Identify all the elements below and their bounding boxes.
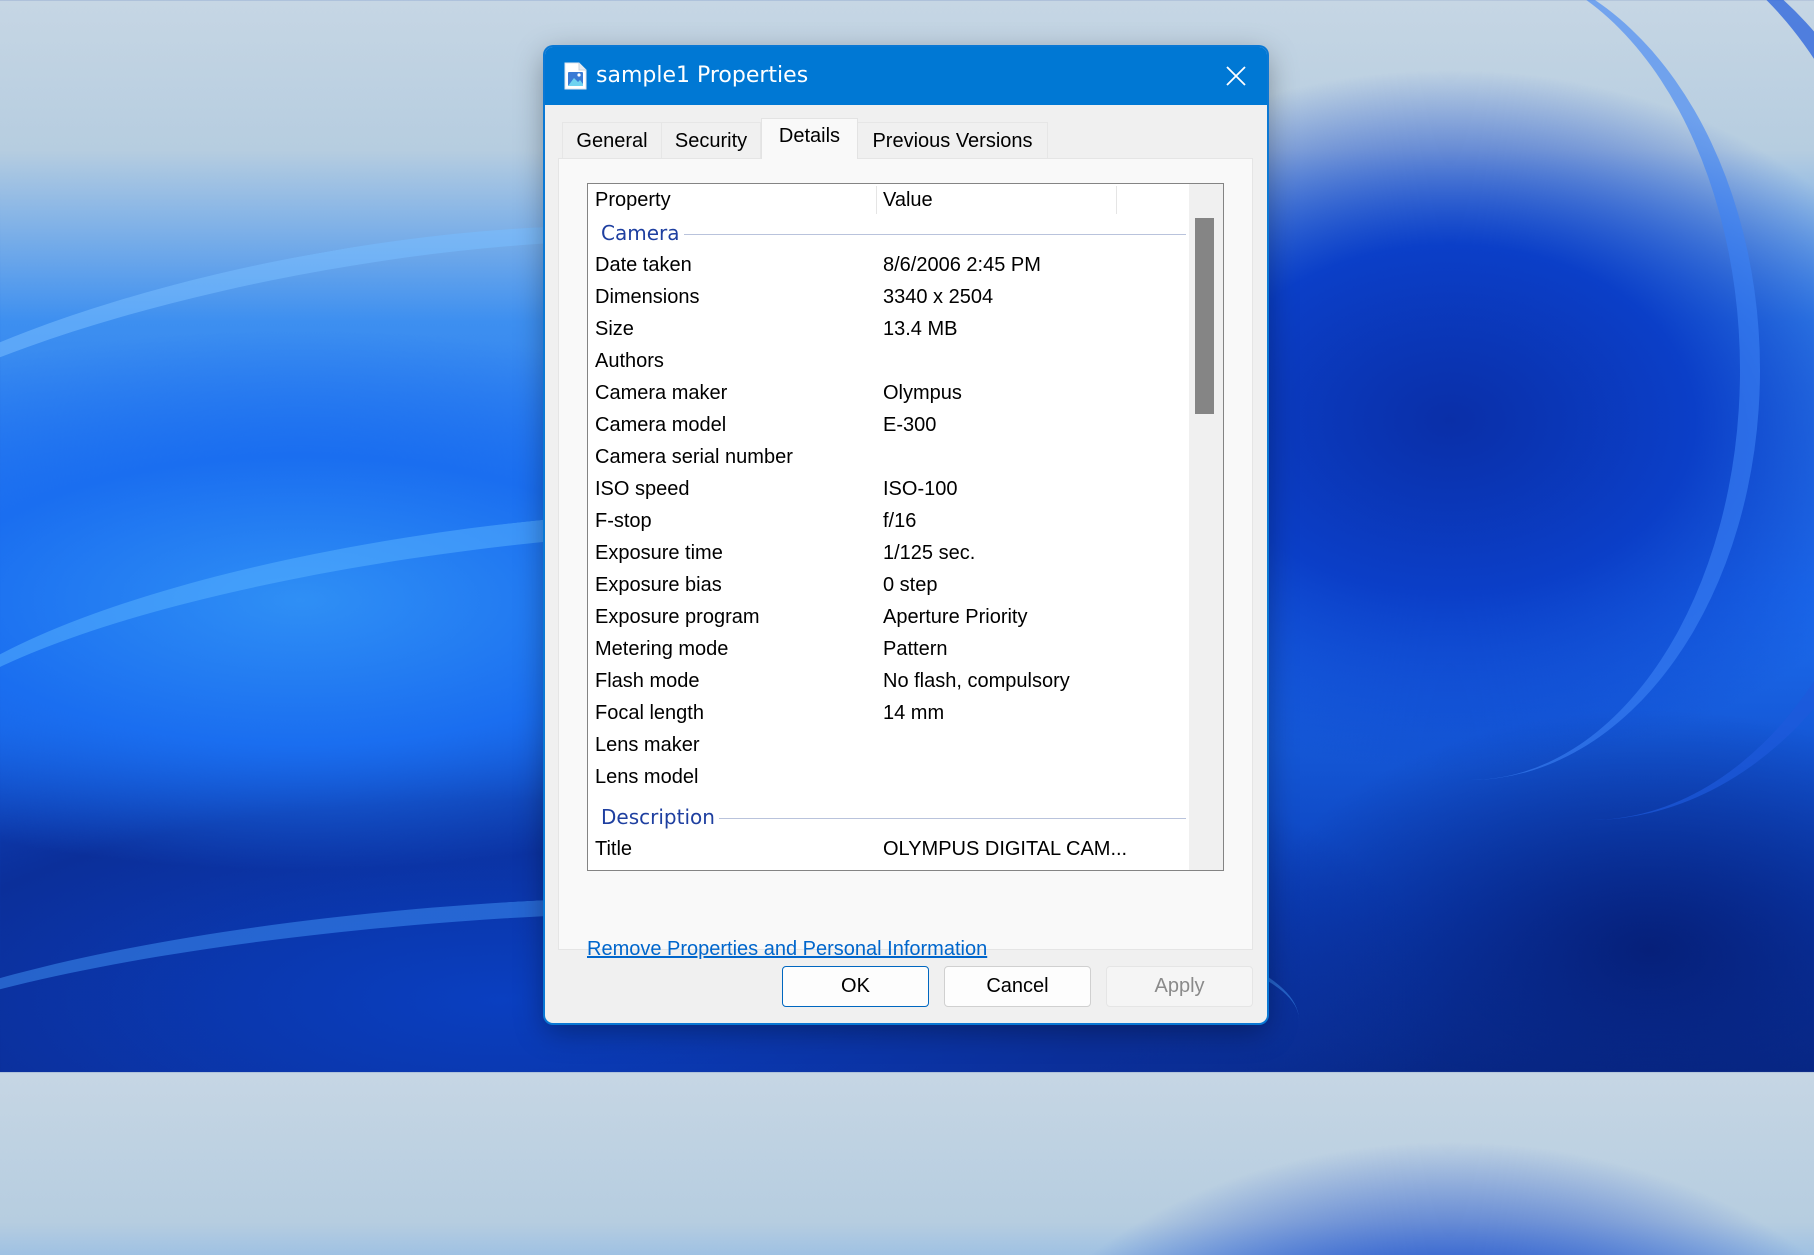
property-value: 3340 x 2504 xyxy=(883,286,994,308)
ok-button[interactable]: OK xyxy=(782,966,929,1007)
list-row[interactable]: Camera maker Olympus xyxy=(588,377,1186,409)
column-header-property[interactable]: Property xyxy=(588,184,876,217)
list-row[interactable]: F-stop f/16 xyxy=(588,505,1186,537)
property-name: Exposure program xyxy=(595,606,760,628)
list-row[interactable]: Lens maker xyxy=(588,729,1186,761)
property-value: E-300 xyxy=(883,414,937,436)
property-value: OLYMPUS DIGITAL CAM... xyxy=(883,838,1128,860)
close-icon xyxy=(1226,66,1246,86)
property-name: Size xyxy=(595,318,634,340)
group-divider-line xyxy=(601,234,1186,235)
list-row[interactable]: Authors xyxy=(588,345,1186,377)
property-name: Camera serial number xyxy=(595,446,793,468)
property-value: No flash, compulsory xyxy=(883,670,1070,692)
property-value: 14 mm xyxy=(883,702,945,724)
column-header-value[interactable]: Value xyxy=(876,184,1116,217)
list-row[interactable]: Camera model E-300 xyxy=(588,409,1186,441)
property-value: ISO-100 xyxy=(883,478,958,500)
list-row[interactable]: Date taken 8/6/2006 2:45 PM xyxy=(588,249,1186,281)
property-name: Lens model xyxy=(595,766,699,788)
property-value: Aperture Priority xyxy=(883,606,1028,628)
property-name: F-stop xyxy=(595,510,652,532)
list-row[interactable]: Focal length 14 mm xyxy=(588,697,1186,729)
list-row[interactable]: Exposure bias 0 step xyxy=(588,569,1186,601)
list-row[interactable]: Size 13.4 MB xyxy=(588,313,1186,345)
property-name: Camera model xyxy=(595,414,727,436)
property-name: Focal length xyxy=(595,702,704,724)
list-row[interactable]: Lens model xyxy=(588,761,1186,793)
property-name: Lens maker xyxy=(595,734,700,756)
list-row[interactable]: Title OLYMPUS DIGITAL CAM... xyxy=(588,833,1186,865)
property-name: ISO speed xyxy=(595,478,690,500)
tab-details[interactable]: Details xyxy=(761,118,858,159)
tab-general[interactable]: General xyxy=(562,122,662,158)
property-value: f/16 xyxy=(883,510,917,532)
property-name: Dimensions xyxy=(595,286,700,308)
list-row[interactable]: Flash mode No flash, compulsory xyxy=(588,665,1186,697)
wallpaper-swoosh xyxy=(1250,0,1814,820)
title-bar[interactable]: sample1 Properties xyxy=(545,47,1267,105)
cancel-button[interactable]: Cancel xyxy=(944,966,1091,1007)
property-value: 0 step xyxy=(883,574,938,596)
property-list[interactable]: Property Value Camera Date taken 8/6/2006… xyxy=(587,183,1224,871)
property-name: Metering mode xyxy=(595,638,729,660)
list-header: Property Value xyxy=(588,184,1188,217)
property-name: Flash mode xyxy=(595,670,700,692)
list-rows: Camera Date taken 8/6/2006 2:45 PM Dimens… xyxy=(588,217,1186,865)
window-title: sample1 Properties xyxy=(596,63,809,88)
property-name: Exposure time xyxy=(595,542,723,564)
list-row[interactable]: Exposure time 1/125 sec. xyxy=(588,537,1186,569)
apply-button[interactable]: Apply xyxy=(1106,966,1253,1007)
vertical-scrollbar[interactable] xyxy=(1189,184,1223,870)
property-value: Olympus xyxy=(883,382,962,404)
group-label: Camera xyxy=(601,217,684,249)
property-name: Date taken xyxy=(595,254,692,276)
list-row[interactable]: Camera serial number xyxy=(588,441,1186,473)
group-label: Description xyxy=(601,801,719,833)
image-file-icon xyxy=(564,62,587,90)
list-row[interactable]: Dimensions 3340 x 2504 xyxy=(588,281,1186,313)
details-panel: Property Value Camera Date taken 8/6/2006… xyxy=(558,158,1253,960)
property-value: 13.4 MB xyxy=(883,318,958,340)
tab-previous-versions[interactable]: Previous Versions xyxy=(857,122,1048,158)
wallpaper-swoosh xyxy=(1180,0,1760,780)
remove-properties-link[interactable]: Remove Properties and Personal Informati… xyxy=(587,938,987,961)
property-name: Camera maker xyxy=(595,382,728,404)
group-header-camera: Camera xyxy=(588,217,1186,249)
list-row[interactable]: ISO speed ISO-100 xyxy=(588,473,1186,505)
property-name: Authors xyxy=(595,350,664,372)
properties-dialog: sample1 Properties General Security Deta… xyxy=(545,47,1267,1023)
property-name: Exposure bias xyxy=(595,574,722,596)
close-button[interactable] xyxy=(1205,47,1267,105)
property-value: 1/125 sec. xyxy=(883,542,976,564)
scrollbar-thumb[interactable] xyxy=(1195,218,1214,414)
column-divider[interactable] xyxy=(1116,186,1117,214)
group-header-description: Description xyxy=(588,801,1186,833)
property-name: Title xyxy=(595,838,633,860)
tab-security[interactable]: Security xyxy=(661,122,761,158)
property-value: 8/6/2006 2:45 PM xyxy=(883,254,1041,276)
property-value: Pattern xyxy=(883,638,948,660)
list-row[interactable]: Metering mode Pattern xyxy=(588,633,1186,665)
list-row[interactable]: Exposure program Aperture Priority xyxy=(588,601,1186,633)
